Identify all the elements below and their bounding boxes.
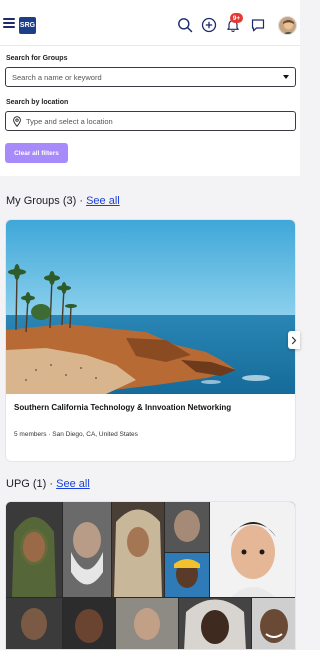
upg-see-all-link[interactable]: See all: [56, 478, 90, 490]
groups-search-label: Search for Groups: [6, 55, 68, 62]
group-cover-image: [6, 220, 295, 394]
carousel-next-button[interactable]: [288, 331, 300, 349]
upg-card[interactable]: [5, 501, 296, 650]
add-circle-icon[interactable]: [201, 17, 217, 33]
group-card[interactable]: Southern California Technology & Innvoat…: [5, 219, 296, 462]
location-search-field[interactable]: [5, 111, 296, 131]
chat-icon[interactable]: [250, 17, 266, 33]
group-name[interactable]: Southern California Technology & Innvoat…: [14, 403, 289, 412]
notification-badge: 9+: [230, 13, 243, 23]
group-meta: 5 members · San Diego, CA, United States: [14, 431, 138, 438]
groups-search-field[interactable]: [5, 67, 296, 87]
location-search-input[interactable]: [26, 112, 286, 130]
upg-heading: UPG (1) · See all: [6, 478, 90, 490]
clear-filters-button[interactable]: Clear all filters: [5, 143, 68, 163]
location-search-label: Search by location: [6, 99, 69, 106]
app-logo[interactable]: SRG: [19, 17, 36, 34]
my-groups-see-all-link[interactable]: See all: [86, 195, 120, 207]
top-bar: SRG 9+: [0, 0, 300, 46]
user-avatar[interactable]: [278, 16, 297, 35]
chevron-down-icon[interactable]: [283, 75, 289, 79]
groups-search-input[interactable]: [12, 68, 272, 86]
search-icon[interactable]: [177, 17, 193, 33]
my-groups-title: My Groups (3) ·: [6, 195, 84, 207]
upg-title: UPG (1) ·: [6, 478, 54, 490]
chevron-right-icon: [291, 336, 297, 344]
menu-icon[interactable]: [3, 18, 15, 28]
upg-collage-image: [6, 502, 295, 649]
my-groups-heading: My Groups (3) · See all: [6, 195, 120, 207]
location-pin-icon: [13, 116, 21, 127]
